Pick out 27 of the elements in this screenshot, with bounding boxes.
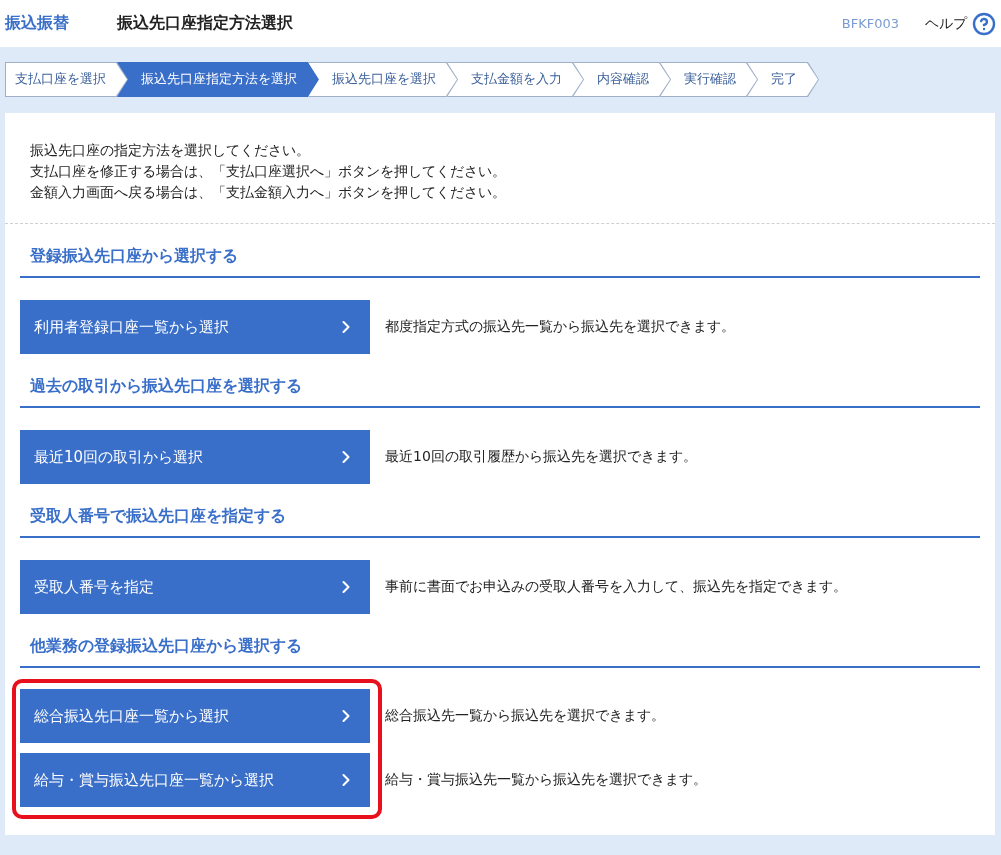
option-description: 事前に書面でお申込みの受取人番号を入力して、振込先を指定できます。 bbox=[385, 578, 847, 596]
section-heading: 登録振込先口座から選択する bbox=[20, 224, 980, 278]
option-description: 給与・賞与振込先一覧から振込先を選択できます。 bbox=[385, 771, 707, 789]
progress-step: 支払金額を入力 bbox=[447, 62, 584, 97]
screen-id: BFKF003 bbox=[841, 16, 899, 31]
help-link[interactable]: ヘルプ bbox=[925, 14, 967, 33]
section-heading: 受取人番号で振込先口座を指定する bbox=[20, 484, 980, 538]
instruction-text: 金額入力画面へ戻る場合は、「支払金額入力へ」ボタンを押してください。 bbox=[30, 183, 507, 202]
option-description: 総合振込先一覧から振込先を選択できます。 bbox=[385, 707, 665, 725]
instruction-text: 支払口座を修正する場合は、「支払口座選択へ」ボタンを押してください。 bbox=[30, 162, 507, 181]
select-button[interactable]: 総合振込先口座一覧から選択 bbox=[20, 689, 370, 743]
section-heading: 他業務の登録振込先口座から選択する bbox=[20, 614, 980, 668]
progress-step: 支払口座を選択 bbox=[5, 62, 128, 97]
select-button[interactable]: 給与・賞与振込先口座一覧から選択 bbox=[20, 753, 370, 807]
page-title: 振込先口座指定方法選択 bbox=[117, 13, 294, 34]
progress-step: 完了 bbox=[747, 62, 819, 97]
progress-step: 振込先口座を選択 bbox=[308, 62, 458, 97]
section-heading: 過去の取引から振込先口座を選択する bbox=[20, 354, 980, 408]
select-button[interactable]: 受取人番号を指定 bbox=[20, 560, 370, 614]
option-description: 最近10回の取引履歴から振込先を選択できます。 bbox=[385, 448, 697, 466]
progress-step: 振込先口座指定方法を選択 bbox=[117, 62, 319, 97]
help-icon[interactable] bbox=[972, 11, 996, 36]
instruction-text: 振込先口座の指定方法を選択してください。 bbox=[30, 141, 311, 160]
select-button[interactable]: 利用者登録口座一覧から選択 bbox=[20, 300, 370, 354]
select-button[interactable]: 最近10回の取引から選択 bbox=[20, 430, 370, 484]
page-category: 振込振替 bbox=[5, 13, 70, 34]
option-description: 都度指定方式の振込先一覧から振込先を選択できます。 bbox=[385, 318, 735, 336]
